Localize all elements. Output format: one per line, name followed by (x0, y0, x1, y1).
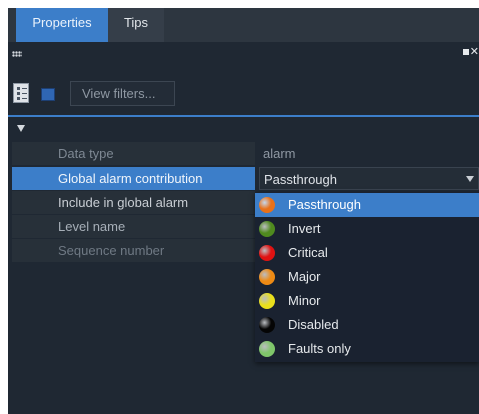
orange-dot-icon (259, 197, 275, 213)
tab-properties[interactable]: Properties (16, 8, 108, 42)
green-dot-icon (259, 221, 275, 237)
option-disabled[interactable]: Disabled (255, 313, 479, 337)
property-label: Sequence number (12, 239, 255, 262)
tab-bar: Properties Tips (8, 8, 479, 42)
option-faults-only[interactable]: Faults only (255, 337, 479, 361)
yellow-dot-icon (259, 293, 275, 309)
chevron-down-icon[interactable] (466, 176, 474, 182)
option-passthrough[interactable]: Passthrough (255, 193, 479, 217)
drag-grip-icon[interactable] (12, 51, 22, 57)
advanced-view-icon[interactable] (41, 88, 55, 101)
tab-tips[interactable]: Tips (108, 8, 164, 42)
close-icon[interactable]: ✕ (470, 45, 479, 59)
property-row-global-alarm-contribution[interactable]: Global alarm contribution Passthrough (12, 167, 479, 190)
section-separator (8, 115, 479, 117)
select-value: Passthrough (264, 172, 337, 187)
property-label: Data type (12, 142, 255, 165)
categorized-view-icon[interactable] (13, 83, 29, 103)
properties-panel: Properties Tips ✕ View filters... Data t… (8, 8, 479, 414)
orange-dot-icon (259, 269, 275, 285)
red-dot-icon (259, 245, 275, 261)
property-value: alarm (263, 146, 296, 161)
option-invert[interactable]: Invert (255, 217, 479, 241)
collapse-arrow-icon[interactable] (17, 125, 25, 132)
option-major[interactable]: Major (255, 265, 479, 289)
alarm-contribution-select[interactable]: Passthrough (259, 167, 479, 190)
alarm-contribution-dropdown: Passthrough Invert Critical Major Minor … (255, 192, 479, 362)
black-dot-icon (259, 317, 275, 333)
option-critical[interactable]: Critical (255, 241, 479, 265)
view-filters-button[interactable]: View filters... (70, 81, 175, 106)
option-minor[interactable]: Minor (255, 289, 479, 313)
property-label: Global alarm contribution (12, 167, 255, 190)
property-label: Include in global alarm (12, 191, 255, 214)
property-row-data-type[interactable]: Data type alarm (12, 142, 479, 165)
light-green-dot-icon (259, 341, 275, 357)
maximize-icon[interactable] (463, 49, 469, 55)
property-label: Level name (12, 215, 255, 238)
